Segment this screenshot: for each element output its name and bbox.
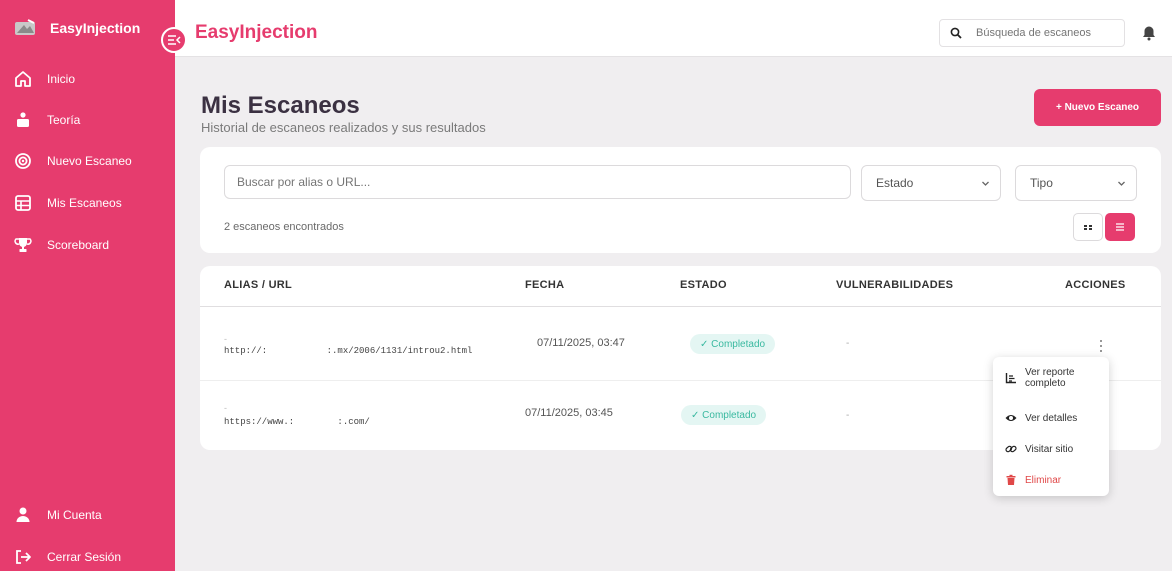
app-title: EasyInjection (195, 22, 318, 43)
table-header: ALIAS / URL FECHA ESTADO VULNERABILIDADE… (200, 266, 1161, 307)
sidebar-brand-label: EasyInjection (50, 20, 141, 36)
sidebar-item-teoria[interactable]: Teoría (14, 108, 80, 132)
sidebar-item-cerrar-sesion[interactable]: Cerrar Sesión (14, 545, 121, 569)
status-badge: ✓ Completado (681, 405, 767, 425)
new-scan-button[interactable]: + Nuevo Escaneo (1034, 89, 1161, 126)
scan-search-input[interactable] (224, 165, 851, 199)
list-icon (1116, 223, 1124, 231)
row-alias: - (224, 403, 227, 413)
topbar: EasyInjection (175, 0, 1172, 57)
search-icon (950, 27, 962, 39)
menu-item-eliminar[interactable]: Eliminar (1005, 474, 1061, 486)
chevron-down-icon (982, 181, 989, 186)
kebab-dot (1100, 345, 1102, 347)
page-title: Mis Escaneos (201, 92, 360, 119)
column-header-estado[interactable]: ESTADO (680, 279, 727, 291)
column-header-alias[interactable]: ALIAS / URL (224, 279, 292, 291)
menu-item-ver-reporte[interactable]: Ver reporte completo (1005, 367, 1095, 389)
kebab-dot (1100, 340, 1102, 342)
tipo-select-value: Tipo (1030, 176, 1053, 190)
row-url: https://www.: :.com/ (224, 417, 370, 427)
menu-item-label: Visitar sitio (1025, 443, 1074, 455)
grid-icon (1084, 225, 1092, 230)
sidebar-item-mi-cuenta[interactable]: Mi Cuenta (14, 503, 102, 527)
sidebar-item-label: Scoreboard (47, 238, 110, 252)
tipo-select[interactable]: Tipo (1015, 165, 1137, 201)
scan-count: 2 escaneos encontrados (224, 221, 344, 233)
chart-icon (1005, 373, 1016, 384)
sidebar-collapse-button[interactable] (161, 27, 187, 53)
sidebar-item-label: Teoría (47, 113, 81, 127)
column-header-acciones: ACCIONES (1065, 279, 1126, 291)
page-subtitle: Historial de escaneos realizados y sus r… (201, 120, 486, 135)
row-actions-menu: Ver reporte completo Ver detalles Visita… (993, 357, 1109, 496)
column-header-fecha[interactable]: FECHA (525, 279, 564, 291)
row-vulnerabilities: - (846, 410, 850, 421)
filter-card: Estado Tipo 2 escaneos encontrados (200, 147, 1161, 253)
table-icon (15, 195, 31, 211)
sidebar-item-label: Mis Escaneos (47, 196, 122, 210)
menu-item-label: Ver reporte completo (1025, 367, 1075, 389)
bell-icon[interactable] (1141, 25, 1157, 41)
sidebar: EasyInjection Inicio Teoría Nuevo Escane… (0, 0, 175, 571)
link-icon (1005, 445, 1017, 453)
home-icon (15, 71, 31, 87)
sidebar-brand[interactable]: EasyInjection (14, 16, 140, 40)
list-view-button[interactable] (1105, 213, 1135, 241)
logout-icon (16, 550, 31, 564)
logo-icon (15, 19, 35, 35)
eye-icon (1005, 415, 1017, 421)
chevron-down-icon (1118, 181, 1125, 186)
global-search-input[interactable] (976, 27, 1106, 39)
sidebar-item-label: Mi Cuenta (47, 508, 102, 522)
row-date: 07/11/2025, 03:47 (537, 337, 625, 349)
grid-view-button[interactable] (1073, 213, 1103, 241)
column-header-vulnerabilidades[interactable]: VULNERABILIDADES (836, 279, 953, 291)
sidebar-item-nuevo-escaneo[interactable]: Nuevo Escaneo (14, 149, 132, 173)
sidebar-item-mis-escaneos[interactable]: Mis Escaneos (14, 191, 122, 215)
user-icon (16, 507, 30, 522)
sidebar-item-inicio[interactable]: Inicio (14, 67, 75, 91)
row-date: 07/11/2025, 03:45 (525, 407, 613, 419)
target-icon (15, 153, 31, 169)
kebab-dot (1100, 350, 1102, 352)
menu-item-visitar-sitio[interactable]: Visitar sitio (1005, 443, 1073, 455)
estado-select[interactable]: Estado (861, 165, 1001, 201)
collapse-menu-icon (168, 35, 181, 45)
sidebar-item-label: Inicio (47, 72, 76, 86)
sidebar-item-label: Cerrar Sesión (47, 550, 122, 564)
menu-item-label: Eliminar (1025, 474, 1062, 486)
sidebar-item-label: Nuevo Escaneo (47, 154, 132, 168)
sidebar-item-scoreboard[interactable]: Scoreboard (14, 233, 109, 257)
row-vulnerabilities: - (846, 338, 850, 349)
estado-select-value: Estado (876, 176, 914, 190)
global-search[interactable] (939, 19, 1125, 47)
trophy-icon (14, 238, 32, 252)
row-url: http://: :.mx/2006/1131/introu2.html (224, 346, 473, 356)
row-actions-button[interactable] (1096, 338, 1106, 354)
trash-icon (1006, 474, 1016, 485)
menu-item-ver-detalles[interactable]: Ver detalles (1005, 412, 1077, 424)
status-badge: ✓ Completado (690, 334, 776, 354)
teacher-icon (17, 112, 29, 127)
menu-item-label: Ver detalles (1025, 412, 1078, 424)
row-alias: - (224, 334, 227, 344)
